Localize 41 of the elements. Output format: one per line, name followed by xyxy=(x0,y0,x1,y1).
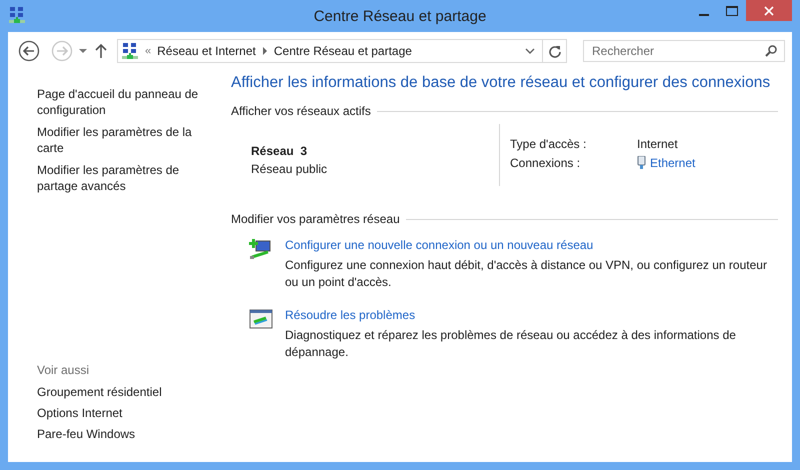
network-plus-icon xyxy=(249,238,273,260)
minimize-icon xyxy=(699,14,709,16)
back-button[interactable] xyxy=(18,40,40,62)
search-field[interactable]: Rechercher xyxy=(583,40,785,62)
detail-label: Connexions : xyxy=(510,156,582,170)
see-also-link[interactable]: Options Internet xyxy=(37,406,122,420)
close-button[interactable] xyxy=(746,0,792,21)
window-title: Centre Réseau et partage xyxy=(314,8,486,24)
refresh-icon xyxy=(548,44,562,58)
see-also-link[interactable]: Pare-feu Windows xyxy=(37,427,136,441)
page-title: Afficher les informations de base de votre réseau et configurer des connexions xyxy=(231,74,772,92)
search-icon xyxy=(765,45,777,57)
caret-down-icon xyxy=(79,49,87,53)
overflow-chevron[interactable]: « xyxy=(145,45,152,57)
ethernet-plug-icon xyxy=(637,156,646,170)
breadcrumb[interactable]: Réseau et Internet xyxy=(157,44,256,58)
close-icon xyxy=(764,6,774,16)
sidebar-link[interactable]: Modifier les paramètres de la carte xyxy=(37,124,202,156)
chevron-right-icon xyxy=(262,47,268,55)
breadcrumb[interactable]: Centre Réseau et partage xyxy=(274,44,412,58)
detail-value: Internet xyxy=(637,137,679,151)
task-description: Configurez une connexion haut débit, d'accès à distance ou VPN, ou configurez un routeur ou un point d'accès. xyxy=(285,257,768,291)
connection-link[interactable]: Ethernet xyxy=(650,156,696,170)
network-icon xyxy=(121,42,139,60)
task-description: Diagnostiquez et réparez les problèmes de réseau ou accédez à des informations de dépannage. xyxy=(285,327,737,361)
network-category: Réseau public xyxy=(251,162,328,176)
network-icon xyxy=(8,6,26,24)
see-also-link[interactable]: Groupement résidentiel xyxy=(37,385,162,399)
dropdown-chevron-icon[interactable] xyxy=(524,46,536,56)
sidebar-link[interactable]: Modifier les paramètres de partage avancés xyxy=(37,162,202,194)
see-also-heading: Voir aussi xyxy=(37,363,90,377)
troubleshoot-icon xyxy=(249,308,273,330)
address-bar[interactable]: « Réseau et Internet Centre Réseau et partage xyxy=(117,39,567,63)
detail-label: Type d'accès : xyxy=(510,137,588,151)
section-heading: Modifier vos paramètres réseau xyxy=(231,212,400,226)
sidebar-link[interactable]: Page d'accueil du panneau de configuration xyxy=(37,86,202,118)
task-link[interactable]: Configurer une nouvelle connexion ou un nouveau réseau xyxy=(285,238,594,252)
network-name: Réseau 3 xyxy=(251,144,308,158)
task-link[interactable]: Résoudre les problèmes xyxy=(285,308,416,322)
maximize-icon xyxy=(726,6,738,16)
section-heading: Afficher vos réseaux actifs xyxy=(231,104,371,118)
